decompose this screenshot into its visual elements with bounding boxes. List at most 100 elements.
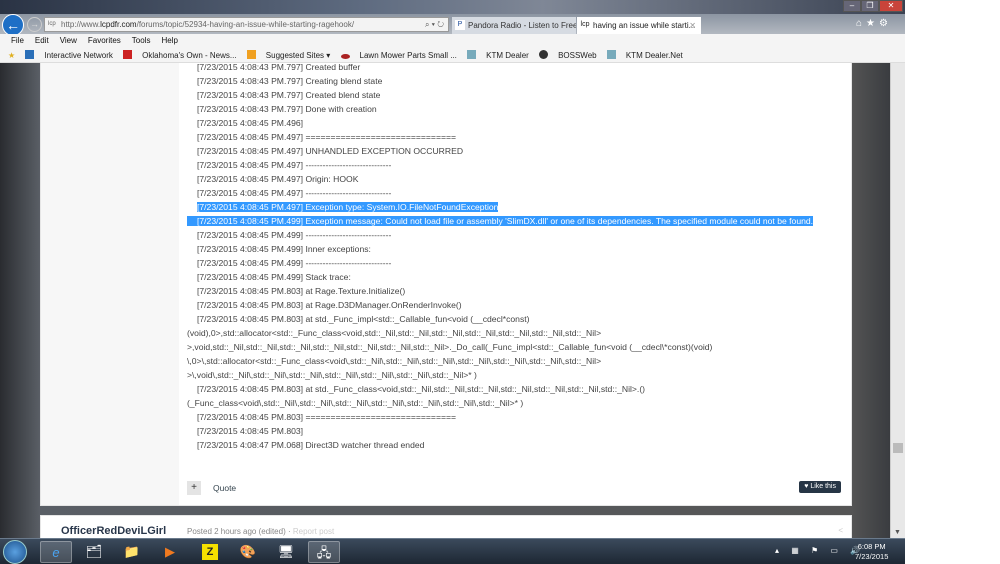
log-line-text: [7/23/2015 4:08:43 PM.797] Creating blen… <box>197 76 383 86</box>
log-line: [7/23/2015 4:08:45 PM.499] Inner excepti… <box>187 242 847 256</box>
log-line-text: [7/23/2015 4:08:45 PM.499] Stack trace: <box>197 272 351 282</box>
menu-view[interactable]: View <box>60 36 77 45</box>
network-taskbar-icon[interactable]: 🖧 <box>308 541 340 563</box>
log-line-text: [7/23/2015 4:08:45 PM.803] at std._Func_… <box>197 384 646 394</box>
fav-item[interactable]: Interactive Network <box>25 50 113 60</box>
home-favorites-settings-icons[interactable]: ⌂★⚙ <box>856 18 892 29</box>
log-line-text: [7/23/2015 4:08:45 PM.497] -------------… <box>197 160 392 170</box>
fav-label: BOSSWeb <box>558 51 597 60</box>
fav-label: Interactive Network <box>44 51 113 60</box>
like-button[interactable]: ♥ Like this <box>799 481 841 493</box>
tab-label: Pandora Radio - Listen to Free ... <box>468 21 576 30</box>
ie-taskbar-icon[interactable]: e <box>40 541 72 563</box>
close-button[interactable]: ✕ <box>879 0 903 12</box>
log-line-text: [7/23/2015 4:08:45 PM.803] =============… <box>197 412 457 422</box>
log-line: [7/23/2015 4:08:45 PM.497] =============… <box>187 130 847 144</box>
title-bar <box>0 0 905 14</box>
log-line-text: [7/23/2015 4:08:45 PM.499] -------------… <box>197 230 392 240</box>
log-line-text: [7/23/2015 4:08:45 PM.499] Exception mes… <box>187 216 814 226</box>
menu-tools[interactable]: Tools <box>132 36 151 45</box>
log-line: \,0>\,std::allocator<std::_Func_class<vo… <box>187 354 847 368</box>
share-icon[interactable]: < <box>838 526 843 535</box>
system-tray-icons[interactable]: ▴ ▦ ⚑ ▭ 🔊 <box>775 546 865 555</box>
fav-label: KTM Dealer.Net <box>625 51 683 60</box>
fav-item[interactable]: KTM Dealer <box>467 50 529 60</box>
favorites-star-icon[interactable]: ★ <box>8 51 15 60</box>
clock-date: 7/23/2015 <box>855 552 889 561</box>
menu-favorites[interactable]: Favorites <box>88 36 121 45</box>
fav-item[interactable]: Oklahoma's Own - News... <box>123 50 237 60</box>
posted-time: Posted 2 hours ago (edited) <box>187 527 286 536</box>
libraries-taskbar-icon[interactable]: 📁 <box>116 541 148 563</box>
page-content: [7/23/2015 4:08:43 PM.797] Created buffe… <box>0 60 890 545</box>
fav-item[interactable]: BOSSWeb <box>539 50 597 60</box>
log-line-text: >,void,std::_Nil,std::_Nil,std::_Nil,std… <box>187 342 713 352</box>
close-tab-icon[interactable]: ✕ <box>689 17 696 34</box>
computer-taskbar-icon[interactable]: 🖥 <box>270 541 302 563</box>
multiquote-button[interactable]: + <box>187 481 201 495</box>
media-player-taskbar-icon[interactable]: ▶ <box>154 541 186 563</box>
vertical-scrollbar[interactable]: ▼ <box>890 63 905 538</box>
menu-help[interactable]: Help <box>161 36 177 45</box>
log-line-text: [7/23/2015 4:08:45 PM.803] at Rage.Textu… <box>197 286 406 296</box>
log-line-text: [7/23/2015 4:08:45 PM.496] <box>197 118 304 128</box>
log-line: [7/23/2015 4:08:45 PM.803] at Rage.D3DMa… <box>187 298 847 312</box>
menu-edit[interactable]: Edit <box>35 36 49 45</box>
explorer-taskbar-icon[interactable]: 🗂 <box>78 541 110 563</box>
forum-post: [7/23/2015 4:08:43 PM.797] Created buffe… <box>40 60 852 506</box>
fav-item[interactable]: KTM Dealer.Net <box>606 50 683 60</box>
report-post-link[interactable]: Report post <box>293 527 334 536</box>
search-refresh-icon[interactable]: ⌕ ▾ ↻ <box>425 18 444 31</box>
log-line-text: [7/23/2015 4:08:43 PM.797] Done with cre… <box>197 104 377 114</box>
menu-file[interactable]: File <box>11 36 24 45</box>
tab-active[interactable]: lcp having an issue while starti... ✕ <box>577 17 701 34</box>
log-line-text: [7/23/2015 4:08:45 PM.803] at Rage.D3DMa… <box>197 300 462 310</box>
log-line-text: [7/23/2015 4:08:45 PM.499] Inner excepti… <box>197 244 371 254</box>
log-line: [7/23/2015 4:08:45 PM.803] <box>187 424 847 438</box>
log-line: [7/23/2015 4:08:45 PM.803] at std._Func_… <box>187 382 847 396</box>
log-line: [7/23/2015 4:08:45 PM.497] -------------… <box>187 158 847 172</box>
log-line: [7/23/2015 4:08:43 PM.797] Created buffe… <box>187 60 847 74</box>
address-bar[interactable]: lcp http://www.lcpdfr.com/forums/topic/5… <box>44 17 449 32</box>
log-line: [7/23/2015 4:08:45 PM.496] <box>187 116 847 130</box>
log-line: [7/23/2015 4:08:43 PM.797] Done with cre… <box>187 102 847 116</box>
log-line: [7/23/2015 4:08:45 PM.497] Origin: HOOK <box>187 172 847 186</box>
site-icon: lcp <box>580 21 590 28</box>
log-line: [7/23/2015 4:08:43 PM.797] Creating blen… <box>187 74 847 88</box>
scrollbar-thumb[interactable] <box>893 443 903 453</box>
tab-label: having an issue while starti... <box>593 21 696 30</box>
log-line: [7/23/2015 4:08:45 PM.803] at Rage.Textu… <box>187 284 847 298</box>
taskbar: e 🗂 📁 ▶ Z 🎨 🖥 🖧 ▴ ▦ ⚑ ▭ 🔊 6:08 PM 7/23/20… <box>0 538 905 564</box>
fav-label: Suggested Sites ▾ <box>265 51 331 60</box>
log-line-text: [7/23/2015 4:08:43 PM.797] Created blend… <box>197 90 381 100</box>
log-line-text: [7/23/2015 4:08:43 PM.797] Created buffe… <box>197 62 361 72</box>
fav-item[interactable]: Suggested Sites ▾ <box>246 50 331 60</box>
log-line: >,void,std::_Nil,std::_Nil,std::_Nil,std… <box>187 340 847 354</box>
clock[interactable]: 6:08 PM 7/23/2015 <box>855 542 888 562</box>
fav-item[interactable]: Lawn Mower Parts Small ... <box>340 51 457 60</box>
scroll-down-icon[interactable]: ▼ <box>894 529 901 536</box>
log-line-text: [7/23/2015 4:08:47 PM.068] Direct3D watc… <box>197 440 425 450</box>
url-path: /forums/topic/52934-having-an-issue-whil… <box>136 20 355 29</box>
tab-pandora[interactable]: P Pandora Radio - Listen to Free ... <box>452 17 576 34</box>
log-line: [7/23/2015 4:08:45 PM.497] UNHANDLED EXC… <box>187 144 847 158</box>
paint-taskbar-icon[interactable]: 🎨 <box>232 541 264 563</box>
forward-button[interactable]: → <box>27 17 42 32</box>
fav-label: KTM Dealer <box>486 51 529 60</box>
menu-bar: File Edit View Favorites Tools Help <box>0 34 905 48</box>
post-meta: Posted 2 hours ago (edited) · Report pos… <box>187 527 335 536</box>
post-author[interactable]: OfficerRedDeviLGirl <box>61 525 166 537</box>
log-line-text: [7/23/2015 4:08:45 PM.497] Exception typ… <box>197 202 499 212</box>
log-line-text: [7/23/2015 4:08:45 PM.497] =============… <box>197 132 457 142</box>
log-line: [7/23/2015 4:08:45 PM.497] -------------… <box>187 186 847 200</box>
quote-button[interactable]: Quote <box>213 481 236 495</box>
log-line: (_Func_class<void\,std::_Nil\,std::_Nil\… <box>187 396 847 410</box>
z-app-taskbar-icon[interactable]: Z <box>202 544 218 560</box>
back-button[interactable]: ← <box>2 14 24 36</box>
log-line-text: >\,void\,std::_Nil\,std::_Nil\,std::_Nil… <box>187 370 477 380</box>
minimize-button[interactable]: – <box>843 0 861 12</box>
restore-button[interactable]: ❐ <box>861 0 879 12</box>
start-button[interactable] <box>3 540 27 564</box>
log-line: [7/23/2015 4:08:45 PM.803] at std._Func_… <box>187 312 847 326</box>
fav-label: Oklahoma's Own - News... <box>142 51 237 60</box>
